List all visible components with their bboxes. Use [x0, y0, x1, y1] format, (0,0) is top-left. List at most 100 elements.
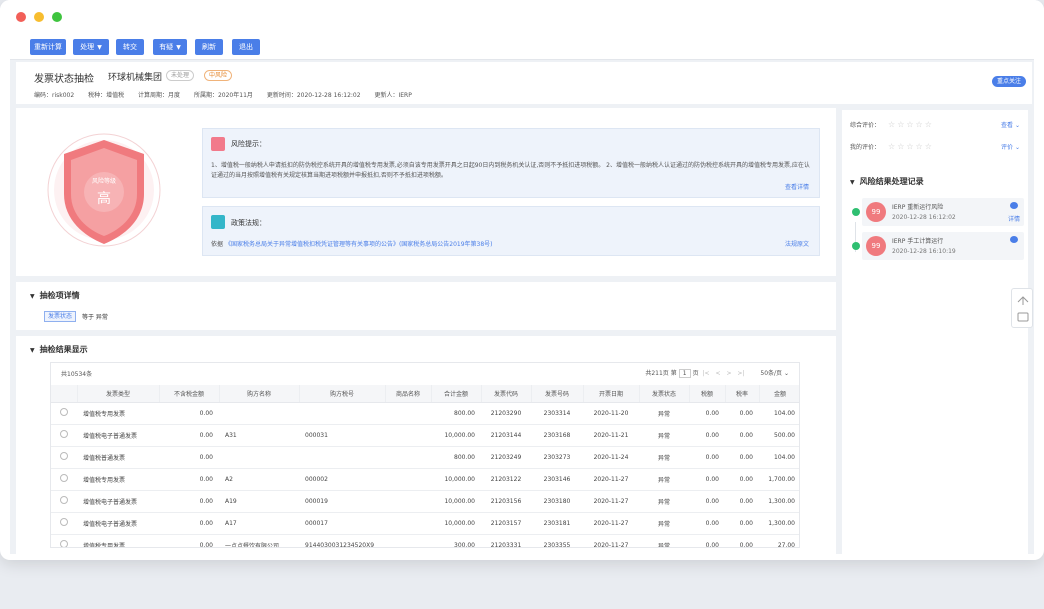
table-cell: 91440300312345​20X9	[299, 534, 385, 547]
transfer-button[interactable]: 转交	[116, 39, 144, 55]
table-cell: 0.00	[725, 468, 759, 491]
page-header: 发票状态抽检 环球机械集团 未处理 中风险 编码：risk002 税种：增值税 …	[16, 62, 1032, 104]
law-original-link[interactable]: 法规原文	[785, 239, 809, 248]
table-cell: 异常	[639, 534, 689, 547]
close-window-dot[interactable]	[16, 12, 26, 22]
select-column-header[interactable]	[51, 385, 78, 403]
results-section-title[interactable]: ▼ 抽检结果显示	[30, 344, 88, 355]
table-cell: 0.00	[159, 424, 219, 447]
caret-down-icon: ▼	[30, 293, 35, 300]
row-radio[interactable]	[60, 518, 68, 526]
column-header[interactable]: 不含税金额	[159, 385, 220, 403]
row-radio[interactable]	[60, 408, 68, 416]
check-circle-icon	[852, 208, 860, 216]
chevron-down-icon: ▼	[97, 44, 102, 51]
my-stars[interactable]: ☆☆☆☆☆	[888, 142, 934, 151]
records-title[interactable]: ▼ 风险结果处理记录	[850, 176, 924, 187]
column-header[interactable]: 开票日期	[583, 385, 640, 403]
table-cell	[385, 468, 431, 491]
meta-period-type: 计算周期：月度	[138, 92, 181, 99]
table-row[interactable]: 增值税专用发票 0.00 一点点餐饮有限公司 91440300312345​20X9 3…	[51, 534, 799, 547]
pagination: 共211页 第1页 |< < > >| 50条/页 ⌄	[645, 368, 789, 378]
focus-button[interactable]: 重点关注	[991, 76, 1026, 87]
table-cell	[385, 534, 431, 547]
risk-tip-box: 风险提示： 1、增值税一般纳税人申请抵扣的防伪税控系统开具的增值税专用发票,必须…	[202, 128, 820, 198]
table-cell: 2020-11-27	[583, 490, 639, 513]
company-name: 环球机械集团	[108, 73, 163, 83]
doubt-dropdown-button[interactable]: 有疑 ▼	[153, 39, 187, 55]
minimize-window-dot[interactable]	[34, 12, 44, 22]
table-cell: 0.00	[689, 402, 725, 425]
prev-page-icon[interactable]: <	[715, 370, 720, 377]
column-header[interactable]: 金额	[759, 385, 799, 403]
table-cell: 异常	[639, 446, 689, 469]
page-input[interactable]: 1	[678, 369, 691, 378]
process-label: 处理	[80, 43, 95, 51]
chevron-down-icon: ⌄	[1014, 122, 1020, 129]
row-radio[interactable]	[60, 496, 68, 504]
table-cell: 0.00	[159, 468, 219, 491]
law-prefix: 依据	[211, 241, 224, 248]
header-meta: 编码：risk002 税种：增值税 计算周期：月度 所属期：2020年11月 更…	[34, 90, 424, 99]
table-cell: 0.00	[725, 490, 759, 513]
law-box: 政策法规： 依据 《国家税务总局关于异常增值税扣税凭证管理等有关事项的公告》(国…	[202, 206, 820, 256]
last-page-icon[interactable]: >|	[737, 370, 744, 377]
detail-section-title[interactable]: ▼ 抽检项详情	[30, 290, 80, 301]
law-link[interactable]: 《国家税务总局关于异常增值税扣税凭证管理等有关事项的公告》(国家税务总局公告20…	[225, 241, 493, 248]
check-circle-icon	[852, 242, 860, 250]
condition-text: 等于 异常	[82, 314, 108, 321]
next-page-icon[interactable]: >	[726, 370, 731, 377]
column-header[interactable]: 合计金额	[431, 385, 482, 403]
refresh-button[interactable]: 刷新	[195, 39, 223, 55]
record-who: IERP 重新运行风险	[892, 204, 944, 211]
risk-level-badge: 中风险	[204, 70, 233, 81]
first-page-icon[interactable]: |<	[703, 370, 710, 377]
table-cell: 800.00	[431, 446, 481, 469]
my-rating-label: 我的评价：	[850, 144, 881, 151]
table-row[interactable]: 增值税电子普通发票 0.00 A19 000019 10,000.00 21203156 2…	[51, 490, 799, 513]
exit-button[interactable]: 退出	[232, 39, 260, 55]
column-header[interactable]: 商品名称	[385, 385, 432, 403]
table-cell: 2303181	[531, 512, 583, 535]
comment-icon[interactable]	[1010, 202, 1018, 209]
table-row[interactable]: 增值税普通发票 0.00 800.00 21203249 2303273 2020-11-…	[51, 446, 799, 469]
table-cell: 000002	[299, 468, 385, 491]
column-header[interactable]: 发票号码	[531, 385, 584, 403]
row-radio[interactable]	[60, 540, 68, 547]
page-size-select[interactable]: 50条/页 ⌄	[760, 370, 789, 377]
row-select-cell	[51, 468, 77, 491]
overall-view-link[interactable]: 查看 ⌄	[1001, 120, 1020, 129]
table-cell: 21203156	[481, 490, 531, 513]
meta-updated: 更新时间：2020-12-28 16:12:02	[266, 92, 361, 99]
column-header[interactable]: 税额	[689, 385, 726, 403]
risk-tip-more-link[interactable]: 查看详情	[785, 182, 809, 191]
app-content: 重新计算 处理 ▼ 转交 有疑 ▼ 刷新 退出 发票状态抽检 环球机械集团 未处理 …	[10, 34, 1034, 554]
my-rate-link[interactable]: 评价 ⌄	[1001, 142, 1020, 151]
column-header[interactable]: 发票代码	[481, 385, 532, 403]
process-dropdown-button[interactable]: 处理 ▼	[73, 39, 109, 55]
maximize-window-dot[interactable]	[52, 12, 62, 22]
my-rate-label: 评价	[1001, 144, 1014, 151]
table-row[interactable]: 增值税电子普通发票 0.00 A17 000017 10,000.00 21203157 2…	[51, 512, 799, 535]
column-header[interactable]: 税率	[725, 385, 760, 403]
record-detail-link[interactable]: 详情	[1008, 214, 1020, 223]
chevron-down-icon: ▼	[176, 44, 181, 51]
table-cell: 1,300.00	[759, 490, 799, 513]
column-header[interactable]: 购方税号	[299, 385, 386, 403]
row-radio[interactable]	[60, 474, 68, 482]
table-row[interactable]: 增值税专用发票 0.00 A2 000002 10,000.00 21203122 2303…	[51, 468, 799, 491]
row-radio[interactable]	[60, 430, 68, 438]
column-header[interactable]: 发票状态	[639, 385, 690, 403]
law-text: 依据 《国家税务总局关于异常增值税扣税凭证管理等有关事项的公告》(国家税务总局公…	[211, 239, 493, 248]
column-header[interactable]: 购方名称	[219, 385, 300, 403]
table-row[interactable]: 增值税专用发票 0.00 800.00 21203290 2303314 2020-11-…	[51, 402, 799, 425]
column-header[interactable]: 发票类型	[77, 385, 160, 403]
table-row[interactable]: 增值税电子普通发票 0.00 A31 000031 10,000.00 21203144 2…	[51, 424, 799, 447]
row-radio[interactable]	[60, 452, 68, 460]
bell-icon	[211, 137, 225, 151]
table-cell: 27.00	[759, 534, 799, 547]
table-cell	[299, 446, 385, 469]
comment-icon[interactable]	[1010, 236, 1018, 243]
table-cell: 2020-11-20	[583, 402, 639, 425]
recalculate-button[interactable]: 重新计算	[30, 39, 66, 55]
